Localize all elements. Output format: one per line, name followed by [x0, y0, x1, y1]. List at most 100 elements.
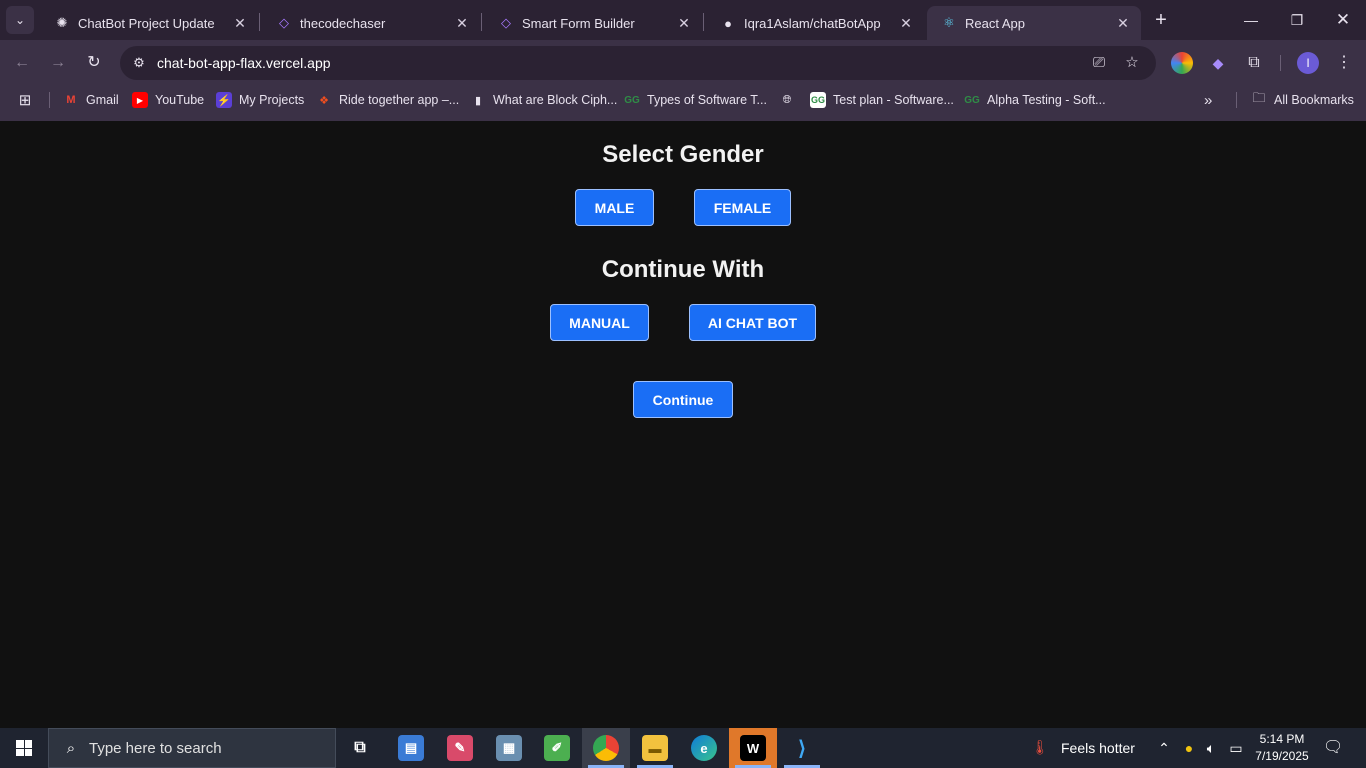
extensions-puzzle-icon[interactable]: ⧉ [1243, 52, 1265, 74]
file-explorer-icon[interactable]: ▬ [631, 728, 679, 768]
figma-icon: ❖ [319, 94, 329, 107]
tab-search-button[interactable]: ⌄ [6, 6, 34, 34]
notepad-app-icon[interactable]: ✐ [533, 728, 581, 768]
minimize-icon[interactable]: — [1239, 8, 1263, 32]
tab-react-app[interactable]: ⚛ React App ✕ [927, 6, 1141, 40]
url-text[interactable]: chat-bot-app-flax.vercel.app [157, 55, 331, 71]
gmail-icon: M [66, 94, 76, 106]
bookmark-label: Alpha Testing - Soft... [987, 93, 1106, 107]
tab-separator [481, 13, 482, 31]
taskbar-search-box[interactable]: ⌕ Type here to search [48, 728, 336, 768]
close-icon[interactable]: ✕ [1113, 15, 1133, 32]
gamepad-extension-icon[interactable]: ◆ [1207, 52, 1229, 74]
geeksforgeeks-icon: GG [624, 94, 640, 106]
profile-avatar[interactable]: I [1297, 52, 1319, 74]
tab-separator [703, 13, 704, 31]
bookmark-star-icon[interactable]: ☆ [1121, 52, 1143, 74]
network-status-icon[interactable]: ● [1179, 738, 1199, 758]
bookmark-youtube[interactable]: ▶ YouTube [132, 86, 204, 114]
close-icon[interactable]: ✕ [230, 15, 250, 32]
windows-logo-icon [16, 740, 32, 756]
tab-title: React App [965, 15, 1025, 31]
code-icon: ◇ [501, 15, 511, 30]
bookmark-ride-together[interactable]: ❖ Ride together app –... [316, 86, 459, 114]
bookmark-label: What are Block Ciph... [493, 93, 618, 107]
webstorm-app-icon[interactable]: W [729, 728, 777, 768]
bookmark-test-plan[interactable]: GG Test plan - Software... [810, 86, 954, 114]
thermometer-icon[interactable]: 🌡︎ [1030, 737, 1050, 757]
bookmark-types-of-software[interactable]: GG Types of Software T... [624, 86, 767, 114]
close-window-icon[interactable]: ✕ [1331, 8, 1355, 32]
install-app-icon[interactable]: ⎚ [1088, 52, 1110, 74]
bookmark-separator [49, 92, 50, 108]
paint-app-icon[interactable]: ✎ [436, 728, 484, 768]
address-bar[interactable]: ⚙ chat-bot-app-flax.vercel.app ⎚ ☆ [120, 46, 1156, 80]
continue-button[interactable]: Continue [633, 381, 733, 418]
code-icon: ◇ [279, 15, 289, 30]
manual-button[interactable]: MANUAL [550, 304, 649, 341]
close-icon[interactable]: ✕ [896, 15, 916, 32]
continue-with-heading: Continue With [601, 256, 765, 283]
site-info-icon[interactable]: ⚙ [128, 52, 150, 74]
photos-app-icon[interactable]: ▦ [485, 728, 533, 768]
tab-github-chatbotapp[interactable]: ● Iqra1Aslam/chatBotApp ✕ [706, 6, 924, 40]
openai-icon: ✺ [56, 15, 68, 30]
bookmark-my-projects[interactable]: ⚡ My Projects [216, 86, 304, 114]
clock-time: 5:14 PM [1259, 732, 1305, 746]
female-button[interactable]: FEMALE [694, 189, 791, 226]
book-icon: ▮ [474, 94, 482, 107]
start-button[interactable] [0, 728, 48, 768]
tab-thecodechaser[interactable]: ◇ thecodechaser ✕ [262, 6, 480, 40]
tab-chatbot-project-update[interactable]: ✺ ChatBot Project Update ✕ [40, 6, 258, 40]
react-icon: ⚛ [943, 15, 955, 30]
select-gender-heading: Select Gender [602, 141, 764, 168]
github-icon: ● [724, 15, 732, 31]
notifications-icon[interactable]: 🗨︎ [1323, 738, 1343, 758]
task-view-icon[interactable]: ⧉ [336, 728, 384, 768]
bookmark-label: Gmail [86, 93, 119, 107]
bookmark-label: All Bookmarks [1274, 93, 1354, 107]
color-extension-icon[interactable] [1171, 52, 1193, 74]
bookmark-globe[interactable]: 🌐︎ [779, 86, 802, 114]
battery-icon[interactable]: ▭ [1226, 738, 1246, 758]
tab-smart-form-builder[interactable]: ◇ Smart Form Builder ✕ [484, 6, 702, 40]
folder-icon: 🗀 [1252, 90, 1266, 105]
forward-icon[interactable]: → [45, 50, 71, 76]
geeksforgeeks-icon: GG [964, 94, 980, 106]
tab-separator [259, 13, 260, 31]
bookmark-block-ciphers[interactable]: ▮ What are Block Ciph... [470, 86, 617, 114]
volume-icon[interactable]: 🔈︎ [1201, 738, 1221, 758]
taskbar-clock[interactable]: 5:14 PM 7/19/2025 [1244, 731, 1320, 765]
vscode-app-icon[interactable]: ⟩ [778, 728, 826, 768]
tab-title: ChatBot Project Update [78, 15, 215, 31]
male-button[interactable]: MALE [575, 189, 654, 226]
geeksforgeeks-icon: GG [810, 92, 826, 108]
bookmark-label: Ride together app –... [339, 93, 460, 107]
restore-icon[interactable]: ❐ [1285, 8, 1309, 32]
reload-icon[interactable]: ↻ [81, 50, 107, 76]
lightning-icon: ⚡ [216, 92, 232, 108]
weather-text[interactable]: Feels hotter [1061, 740, 1135, 756]
back-icon[interactable]: ← [9, 50, 35, 76]
new-tab-button[interactable]: + [1150, 9, 1172, 31]
windows-taskbar: ⌕ Type here to search ⧉ ▤ ✎ ▦ ✐ ▬ e W ⟩ … [0, 728, 1366, 768]
edge-browser-icon[interactable]: e [680, 728, 728, 768]
show-hidden-icons-chevron[interactable]: ⌃ [1154, 738, 1174, 758]
bookmark-alpha-testing[interactable]: GG Alpha Testing - Soft... [964, 86, 1106, 114]
youtube-icon: ▶ [132, 92, 148, 108]
all-bookmarks-folder[interactable]: 🗀 All Bookmarks [1251, 86, 1354, 114]
more-bookmarks-chevron-icon[interactable]: » [1204, 86, 1212, 114]
toolbar-divider [1280, 55, 1281, 71]
close-icon[interactable]: ✕ [674, 15, 694, 32]
chrome-taskbar-icon[interactable] [582, 728, 630, 768]
desktop-app-icon[interactable]: ▤ [387, 728, 435, 768]
more-menu-icon[interactable]: ⋮ [1331, 50, 1357, 76]
ai-chat-bot-button[interactable]: AI CHAT BOT [689, 304, 816, 341]
page-content: Select Gender MALE FEMALE Continue With … [0, 121, 1366, 728]
apps-grid-icon[interactable]: ⊞ [17, 86, 40, 114]
close-icon[interactable]: ✕ [452, 15, 472, 32]
tab-title: Iqra1Aslam/chatBotApp [744, 15, 881, 31]
bookmark-gmail[interactable]: M Gmail [63, 86, 119, 114]
search-icon: ⌕ [66, 739, 76, 757]
tab-title: Smart Form Builder [522, 15, 635, 31]
